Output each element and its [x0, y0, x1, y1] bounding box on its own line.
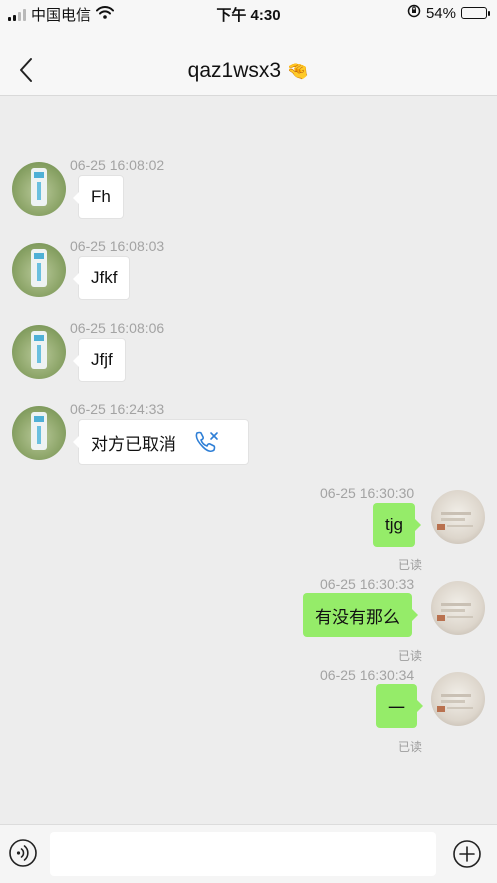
- call-record-bubble[interactable]: 对方已取消: [73, 419, 249, 465]
- contact-avatar[interactable]: [12, 325, 66, 379]
- voice-icon: [9, 839, 37, 867]
- incoming-message-bubble[interactable]: Fh: [73, 175, 124, 219]
- battery-icon: [461, 7, 490, 19]
- outgoing-message-bubble[interactable]: 一: [376, 684, 423, 728]
- my-avatar[interactable]: [431, 490, 485, 544]
- incoming-message-bubble[interactable]: Jfjf: [73, 338, 126, 382]
- avatar-image: [437, 603, 473, 621]
- more-button[interactable]: [452, 839, 482, 869]
- call-cancelled-icon: [194, 430, 220, 454]
- nav-bar: qaz1wsx3 🤏: [0, 26, 497, 96]
- message-text: Jfkf: [91, 268, 118, 287]
- message-text: tjg: [385, 515, 403, 534]
- message-timestamp: 06-25 16:30:34: [320, 667, 415, 683]
- avatar-image: [437, 694, 473, 712]
- voice-button[interactable]: [8, 838, 38, 868]
- contact-avatar[interactable]: [12, 162, 66, 216]
- contact-avatar[interactable]: [12, 243, 66, 297]
- incoming-message-bubble[interactable]: Jfkf: [72, 256, 131, 300]
- avatar-image: [31, 249, 47, 287]
- message-timestamp: 06-25 16:30:33: [320, 576, 415, 592]
- message-text: 一: [388, 698, 405, 718]
- read-receipt: 已读: [398, 740, 423, 754]
- status-right: 54%: [407, 4, 490, 22]
- read-receipt: 已读: [398, 649, 423, 663]
- message-timestamp: 06-25 16:08:02: [70, 157, 165, 173]
- outgoing-message-bubble[interactable]: 有没有那么: [303, 593, 418, 637]
- chat-title-text: qaz1wsx3: [187, 59, 282, 82]
- avatar-image: [31, 168, 47, 206]
- rotation-lock-icon: [407, 4, 421, 22]
- message-timestamp: 06-25 16:08:06: [70, 320, 165, 336]
- call-status-text: 对方已取消: [91, 434, 176, 454]
- avatar-image: [437, 512, 473, 530]
- message-timestamp: 06-25 16:24:33: [70, 401, 165, 417]
- message-timestamp: 06-25 16:08:03: [70, 238, 165, 254]
- chat-title: qaz1wsx3 🤏: [0, 59, 497, 83]
- my-avatar[interactable]: [431, 581, 485, 635]
- my-avatar[interactable]: [431, 672, 485, 726]
- read-receipt: 已读: [398, 558, 423, 572]
- avatar-image: [31, 331, 47, 369]
- avatar-image: [31, 412, 47, 450]
- message-input[interactable]: [50, 832, 436, 876]
- status-bar: 中国电信 下午 4:30 54%: [0, 0, 497, 26]
- pinching-hand-emoji: 🤏: [286, 61, 310, 81]
- battery-percent: 54%: [425, 4, 456, 22]
- message-timestamp: 06-25 16:30:30: [320, 485, 415, 501]
- message-text: Jfjf: [91, 350, 113, 369]
- input-bar: [0, 824, 497, 883]
- message-text: 有没有那么: [315, 607, 400, 627]
- outgoing-message-bubble[interactable]: tjg: [373, 503, 421, 547]
- message-text: Fh: [91, 187, 111, 206]
- contact-avatar[interactable]: [12, 406, 66, 460]
- plus-icon: [453, 840, 481, 868]
